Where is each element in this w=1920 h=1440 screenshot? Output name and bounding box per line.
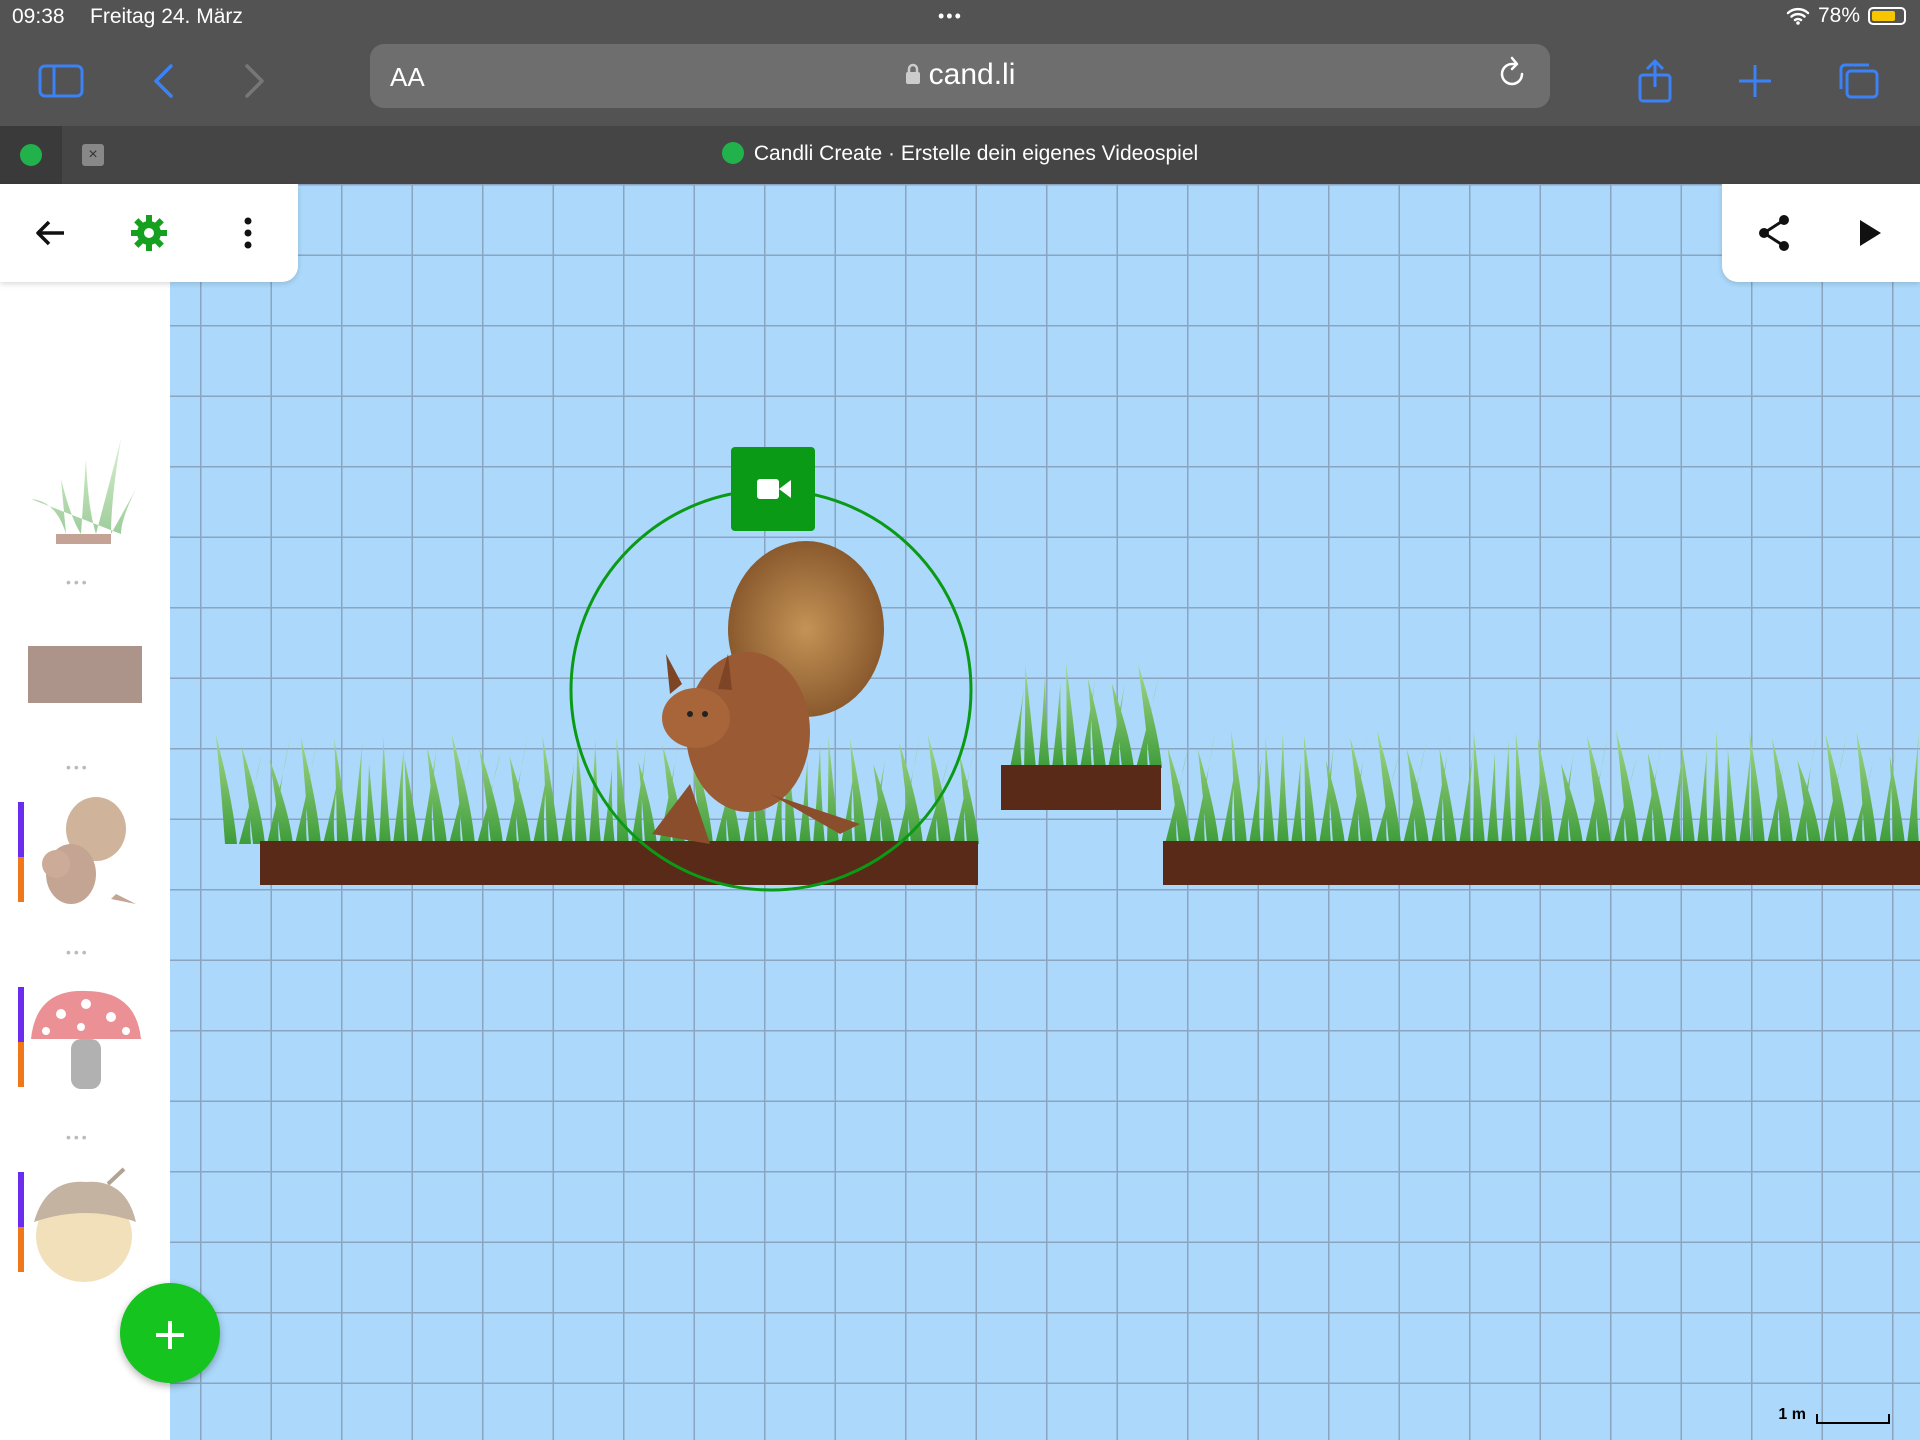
squirrel-thumbnail-icon [42,797,136,904]
plus-icon [156,1321,184,1350]
tabs-overview-icon[interactable] [1834,56,1884,106]
level-objects [215,447,1920,892]
editor-toolbar [0,184,298,282]
behavior-bar-orange [18,1042,24,1087]
grass-platform-right[interactable] [1163,729,1920,885]
status-time: 09:38 [12,5,65,28]
scale-indicator: 1 m [1778,1406,1890,1424]
palette-item-ground-block[interactable] [26,614,146,703]
reload-icon[interactable] [1496,54,1528,99]
status-bar: 09:38 Freitag 24. März ••• 78% [0,0,1920,36]
multitask-dots[interactable]: ••• [938,6,963,27]
ground-block-thumbnail [28,646,142,703]
share-icon[interactable] [1630,56,1680,106]
palette-item-mushroom[interactable] [26,979,146,1099]
palette-item-acorn[interactable] [26,1164,146,1284]
battery-icon [1868,7,1906,25]
status-date: Freitag 24. März [90,5,243,28]
camera-follow-button[interactable] [731,447,815,531]
grass-platform-left[interactable] [215,734,979,885]
lock-icon [905,63,920,84]
battery-percent: 78% [1817,4,1860,27]
behavior-bar-purple [18,987,24,1042]
object-palette: ••• ••• ••• ••• [0,184,170,1440]
behavior-bar-orange [18,1227,24,1272]
behavior-bar-purple [18,802,24,857]
status-right: 78% [1786,4,1906,28]
add-object-button[interactable] [120,1283,220,1383]
level-canvas[interactable]: 1 m [170,184,1920,1440]
tab-bar: × Candli Create · Erstelle dein eigenes … [0,126,1920,184]
back-icon[interactable] [138,56,188,106]
share-nodes-icon[interactable] [1749,208,1799,258]
browser-toolbar: AA cand.li [0,36,1920,126]
forward-icon[interactable] [230,56,280,106]
gear-icon[interactable] [124,208,174,258]
squirrel-sprite[interactable] [652,541,884,844]
palette-item-options[interactable]: ••• [66,944,90,960]
palette-item-options[interactable]: ••• [66,759,90,775]
grass-thumbnail-icon [31,439,136,544]
url-display[interactable]: cand.li [370,58,1550,92]
behavior-bar-purple [18,1172,24,1227]
palette-item-options[interactable]: ••• [66,1129,90,1145]
grass-block-middle[interactable] [1001,663,1162,810]
play-share-panel [1722,184,1920,282]
wifi-icon [1786,8,1810,25]
scale-bar [1816,1414,1890,1424]
play-icon[interactable] [1845,208,1895,258]
scale-label: 1 m [1778,1406,1806,1423]
url-text: cand.li [928,58,1016,91]
new-tab-icon[interactable] [1730,56,1780,106]
palette-item-options[interactable]: ••• [66,574,90,590]
candli-logo-icon [721,142,744,164]
palette-item-squirrel[interactable] [26,794,146,914]
sidebar-toggle-icon[interactable] [36,56,86,106]
mushroom-thumbnail-icon [31,990,141,1089]
tab-title[interactable]: Candli Create · Erstelle dein eigenes Vi… [0,142,1920,166]
more-vertical-icon[interactable] [223,208,273,258]
behavior-bar-orange [18,857,24,902]
acorn-thumbnail-icon [34,1167,136,1282]
address-bar[interactable]: AA cand.li [370,44,1550,108]
back-arrow-icon[interactable] [25,208,75,258]
palette-item-grass[interactable] [26,429,146,549]
